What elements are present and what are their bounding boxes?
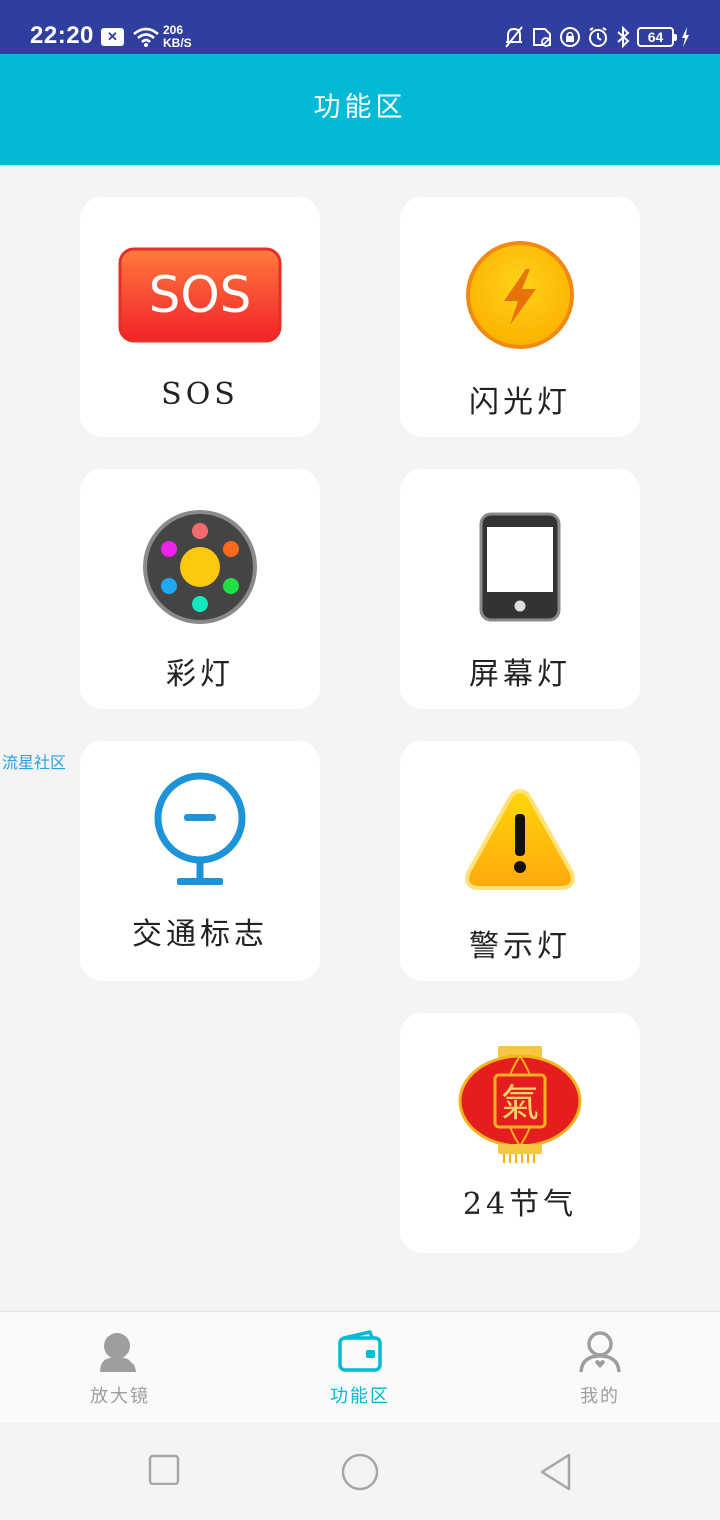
bottom-tab-bar: 放大镜 功能区 我的 xyxy=(0,1311,720,1423)
sos-icon: SOS xyxy=(118,247,282,343)
charging-icon xyxy=(682,27,689,47)
status-bar: 22:20 ✕ 206 KB/S 64 xyxy=(0,0,720,54)
card-traffic-sign[interactable]: 交通标志 xyxy=(80,741,320,981)
card-label: SOS xyxy=(161,377,239,412)
card-sos[interactable]: SOS SOS xyxy=(80,197,320,437)
card-screen-light[interactable]: 屏幕灯 xyxy=(400,469,640,709)
warning-light-icon xyxy=(465,788,575,890)
card-warning-light[interactable]: 警示灯 xyxy=(400,741,640,981)
battery-icon: 64 xyxy=(637,27,677,47)
tab-label: 放大镜 xyxy=(90,1386,150,1407)
system-nav-bar xyxy=(0,1423,720,1520)
magnifier-user-icon xyxy=(100,1333,136,1372)
net-speed-unit: KB/S xyxy=(163,36,192,50)
lock-rotation-icon xyxy=(560,27,580,47)
tab-label: 我的 xyxy=(580,1386,620,1407)
flashlight-icon xyxy=(466,241,574,349)
card-label: 24节气 xyxy=(462,1187,578,1222)
color-light-icon xyxy=(143,510,257,624)
card-label: 彩灯 xyxy=(166,657,234,692)
status-icons: 64 xyxy=(503,24,690,50)
lantern-icon-text: 氣 xyxy=(501,1081,539,1125)
traffic-sign-icon xyxy=(154,772,246,885)
back-icon[interactable] xyxy=(538,1451,574,1491)
card-label: 交通标志 xyxy=(132,917,268,952)
notification-badge-icon: ✕ xyxy=(101,28,124,46)
community-link[interactable]: 流星社区 xyxy=(2,749,66,773)
card-solar-terms[interactable]: 氣 24节气 xyxy=(400,1013,640,1253)
tab-features[interactable]: 功能区 xyxy=(240,1312,480,1424)
sim-off-icon xyxy=(533,28,551,47)
tab-magnifier[interactable]: 放大镜 xyxy=(0,1312,240,1424)
card-flashlight[interactable]: 闪光灯 xyxy=(400,197,640,437)
status-time: 22:20 xyxy=(30,22,94,49)
card-label: 警示灯 xyxy=(469,929,571,964)
profile-icon xyxy=(579,1331,621,1373)
bluetooth-icon xyxy=(617,25,630,49)
page-title: 功能区 xyxy=(0,54,720,165)
mute-icon xyxy=(505,26,523,48)
screen-light-icon xyxy=(479,512,561,622)
wallet-icon xyxy=(338,1330,382,1372)
card-color-light[interactable]: 彩灯 xyxy=(80,469,320,709)
sos-icon-text: SOS xyxy=(149,266,252,324)
net-speed: 206 KB/S xyxy=(163,24,192,50)
tab-label: 功能区 xyxy=(330,1386,390,1407)
alarm-icon xyxy=(589,27,607,47)
home-icon[interactable] xyxy=(340,1451,380,1491)
card-label: 屏幕灯 xyxy=(469,657,571,692)
recent-apps-icon[interactable] xyxy=(147,1451,181,1485)
wifi-icon xyxy=(133,27,159,47)
solar-terms-lantern-icon: 氣 xyxy=(458,1046,582,1163)
card-label: 闪光灯 xyxy=(469,385,571,420)
tab-profile[interactable]: 我的 xyxy=(480,1312,720,1424)
